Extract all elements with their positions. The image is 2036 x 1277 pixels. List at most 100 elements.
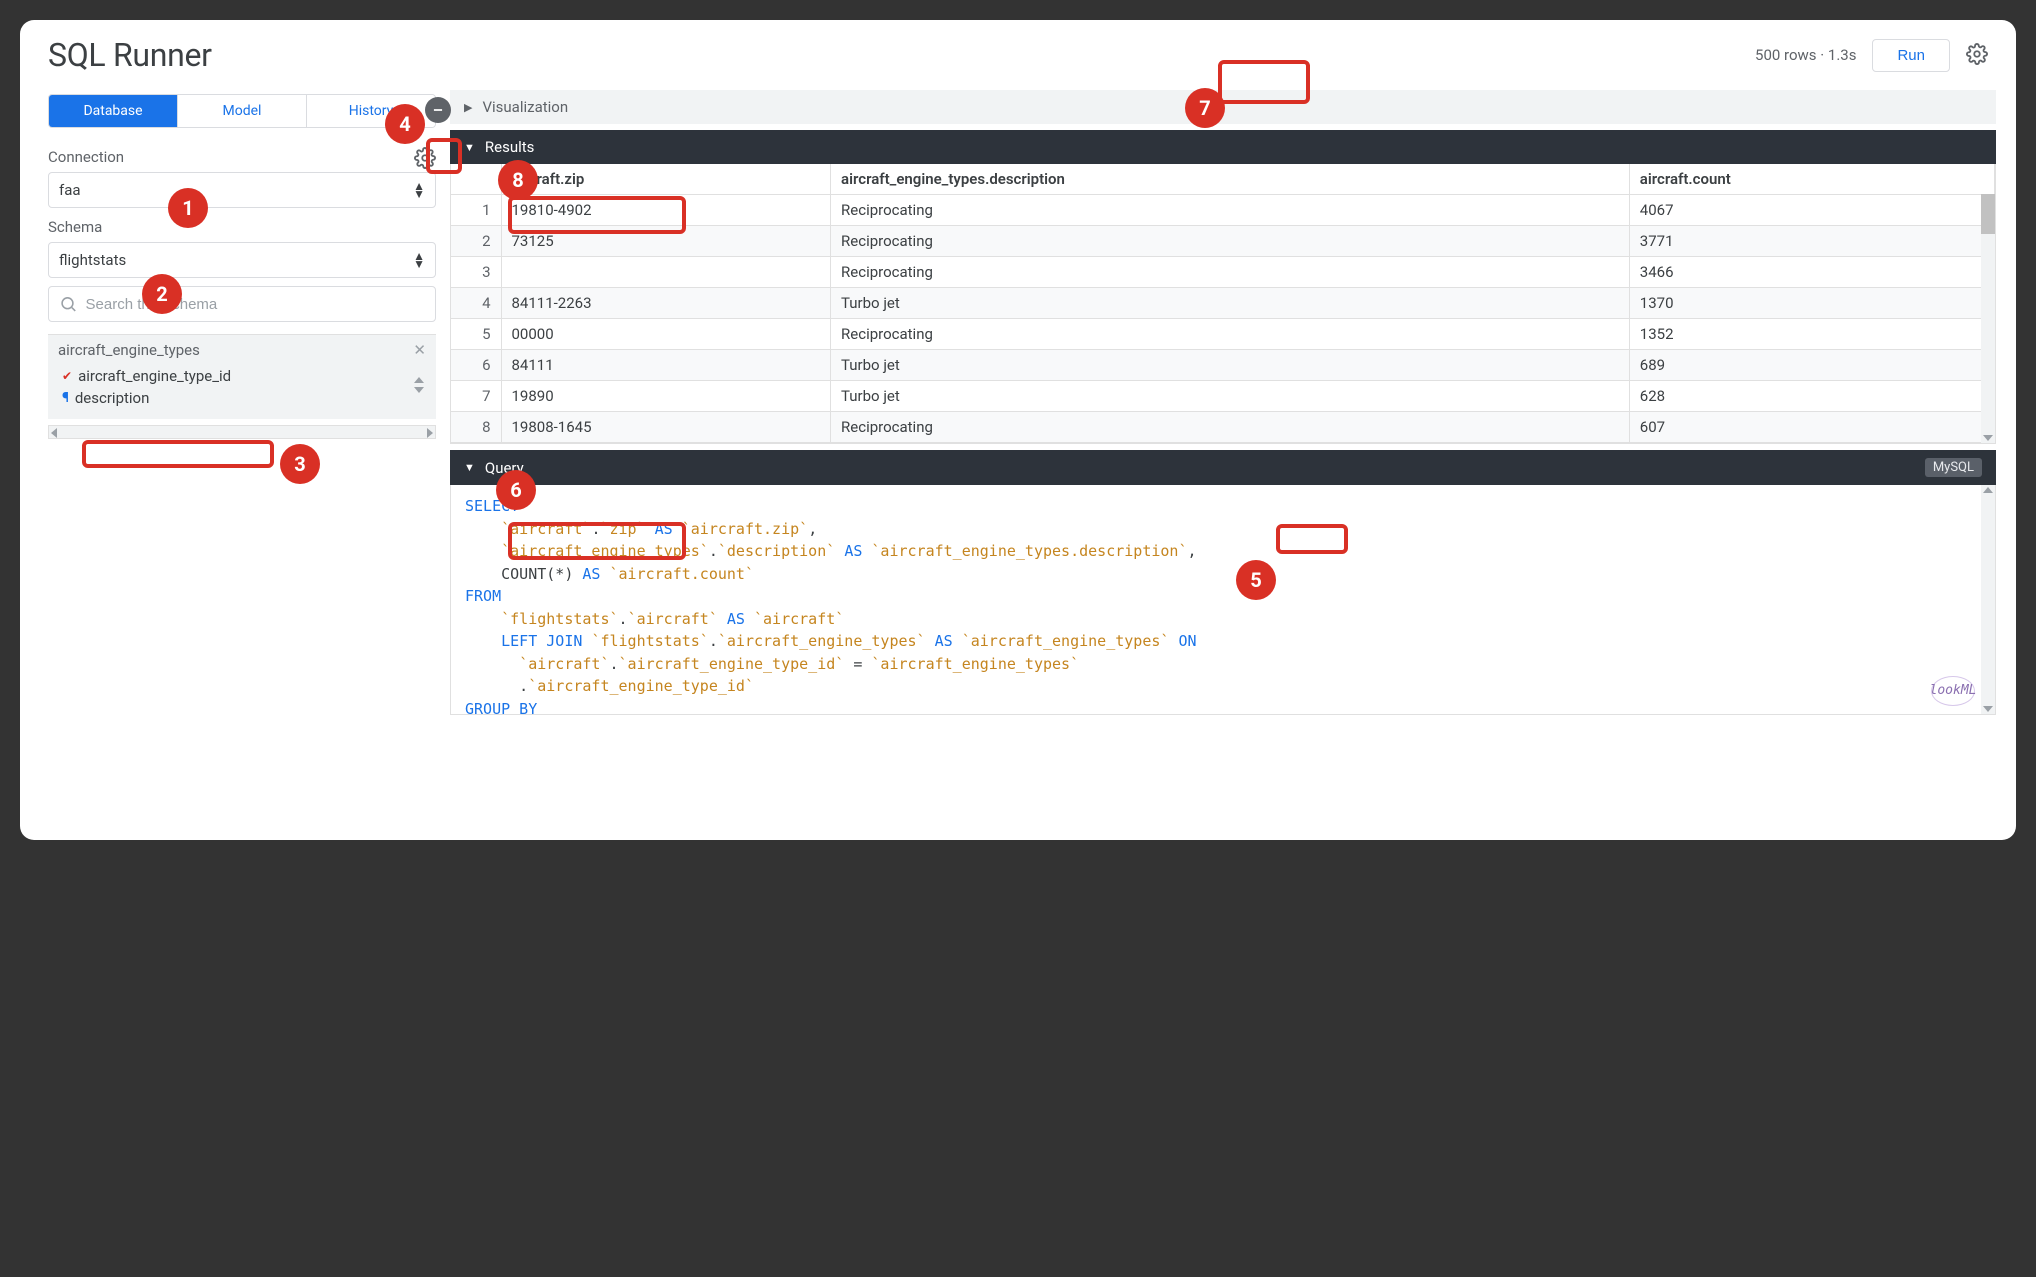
lookml-badge[interactable]: lookML	[1931, 676, 1975, 706]
row-number: 7	[451, 381, 501, 412]
visualization-section-header[interactable]: ▶ Visualization	[450, 90, 1996, 124]
tab-database[interactable]: Database	[49, 95, 178, 127]
row-number: 4	[451, 288, 501, 319]
gear-icon	[1966, 43, 1988, 65]
sidebar: Database Model History Connection faa ▲▼…	[20, 84, 450, 840]
table-cell: 3771	[1629, 226, 1994, 257]
table-cell: 4067	[1629, 195, 1994, 226]
results-table: aircraft.zip aircraft_engine_types.descr…	[451, 164, 1995, 443]
table-row[interactable]: 719890Turbo jet628	[451, 381, 1995, 412]
table-name: aircraft_engine_types	[58, 341, 200, 359]
check-icon: ✔	[62, 369, 72, 383]
updown-icon: ▲▼	[413, 252, 425, 268]
run-button[interactable]: Run	[1872, 39, 1950, 72]
table-header-row: aircraft.zip aircraft_engine_types.descr…	[451, 164, 1995, 195]
schema-label: Schema	[48, 218, 436, 236]
query-stats: 500 rows · 1.3s	[1755, 46, 1856, 64]
search-icon	[59, 294, 78, 314]
table-cell: Turbo jet	[831, 381, 1630, 412]
column-name: description	[75, 389, 150, 407]
chevron-down-icon: ▼	[464, 461, 475, 474]
row-number-header	[451, 164, 501, 195]
table-cell: Reciprocating	[831, 319, 1630, 350]
paragraph-icon: ¶	[62, 390, 69, 406]
query-editor[interactable]: SELECT `aircraft`.`zip` AS `aircraft.zip…	[450, 485, 1996, 715]
table-row[interactable]: 500000Reciprocating1352	[451, 319, 1995, 350]
table-row[interactable]: 119810-4902Reciprocating4067	[451, 195, 1995, 226]
connection-value: faa	[59, 181, 81, 199]
connection-label: Connection	[48, 148, 124, 166]
table-row[interactable]: 484111-2263Turbo jet1370	[451, 288, 1995, 319]
table-cell: Reciprocating	[831, 412, 1630, 443]
query-vertical-scroll[interactable]	[1981, 485, 1995, 714]
table-block: aircraft_engine_types ✕ ✔ aircraft_engin…	[48, 334, 436, 419]
row-number: 5	[451, 319, 501, 350]
table-cell: Reciprocating	[831, 195, 1630, 226]
table-cell: 84111-2263	[501, 288, 831, 319]
sidebar-tabs: Database Model History	[48, 94, 436, 128]
column-header[interactable]: aircraft_engine_types.description	[831, 164, 1630, 195]
table-row[interactable]: 684111Turbo jet689	[451, 350, 1995, 381]
table-cell: 1370	[1629, 288, 1994, 319]
column-name: aircraft_engine_type_id	[78, 367, 231, 385]
row-number: 1	[451, 195, 501, 226]
column-item[interactable]: ¶ description	[58, 387, 426, 409]
table-cell: Turbo jet	[831, 288, 1630, 319]
row-number: 8	[451, 412, 501, 443]
table-cell	[501, 257, 831, 288]
minus-circle-icon	[431, 103, 445, 117]
connection-settings-button[interactable]	[414, 147, 436, 172]
app-window: SQL Runner 500 rows · 1.3s Run Database …	[20, 20, 2016, 840]
visualization-label: Visualization	[482, 98, 568, 116]
tab-history[interactable]: History	[307, 95, 435, 127]
chevron-right-icon: ▶	[464, 101, 472, 114]
schema-value: flightstats	[59, 251, 126, 269]
tab-model[interactable]: Model	[178, 95, 307, 127]
titlebar-right: 500 rows · 1.3s Run	[1755, 39, 1988, 72]
results-vertical-scroll[interactable]	[1981, 194, 1995, 443]
table-cell: 19808-1645	[501, 412, 831, 443]
table-cell: Turbo jet	[831, 350, 1630, 381]
row-number: 6	[451, 350, 501, 381]
table-cell: 00000	[501, 319, 831, 350]
collapse-sidebar-button[interactable]	[425, 97, 451, 123]
table-row[interactable]: 819808-1645Reciprocating607	[451, 412, 1995, 443]
results-label: Results	[485, 138, 535, 156]
query-label: Query	[485, 459, 524, 477]
updown-icon: ▲▼	[413, 182, 425, 198]
db-engine-tag: MySQL	[1925, 458, 1982, 477]
table-cell: 3466	[1629, 257, 1994, 288]
table-cell: 19890	[501, 381, 831, 412]
results-table-wrap: aircraft.zip aircraft_engine_types.descr…	[450, 164, 1996, 444]
chevron-down-icon: ▼	[464, 141, 475, 154]
page-title: SQL Runner	[48, 36, 212, 74]
schema-search[interactable]	[48, 286, 436, 322]
table-row[interactable]: 273125Reciprocating3771	[451, 226, 1995, 257]
table-cell: 1352	[1629, 319, 1994, 350]
column-header[interactable]: aircraft.count	[1629, 164, 1994, 195]
column-item[interactable]: ✔ aircraft_engine_type_id	[58, 365, 426, 387]
sidebar-horizontal-scroll[interactable]	[48, 425, 436, 439]
main-panel: ▶ Visualization ▼ Results aircraft.zip a…	[450, 84, 2016, 840]
table-row[interactable]: 3 Reciprocating3466	[451, 257, 1995, 288]
connection-select[interactable]: faa ▲▼	[48, 172, 436, 208]
column-scroll[interactable]	[414, 377, 424, 393]
titlebar: SQL Runner 500 rows · 1.3s Run	[20, 20, 2016, 84]
table-cell: Reciprocating	[831, 226, 1630, 257]
results-section-header[interactable]: ▼ Results	[450, 130, 1996, 164]
schema-select[interactable]: flightstats ▲▼	[48, 242, 436, 278]
column-header[interactable]: aircraft.zip	[501, 164, 831, 195]
table-cell: 84111	[501, 350, 831, 381]
table-cell: 73125	[501, 226, 831, 257]
table-cell: 607	[1629, 412, 1994, 443]
gear-icon	[414, 147, 436, 169]
query-section-header[interactable]: ▼ Query MySQL	[450, 450, 1996, 485]
row-number: 2	[451, 226, 501, 257]
table-cell: 689	[1629, 350, 1994, 381]
schema-search-input[interactable]	[86, 296, 425, 313]
table-cell: 19810-4902	[501, 195, 831, 226]
close-table-button[interactable]: ✕	[413, 341, 426, 359]
row-number: 3	[451, 257, 501, 288]
settings-button[interactable]	[1966, 43, 1988, 68]
table-cell: Reciprocating	[831, 257, 1630, 288]
